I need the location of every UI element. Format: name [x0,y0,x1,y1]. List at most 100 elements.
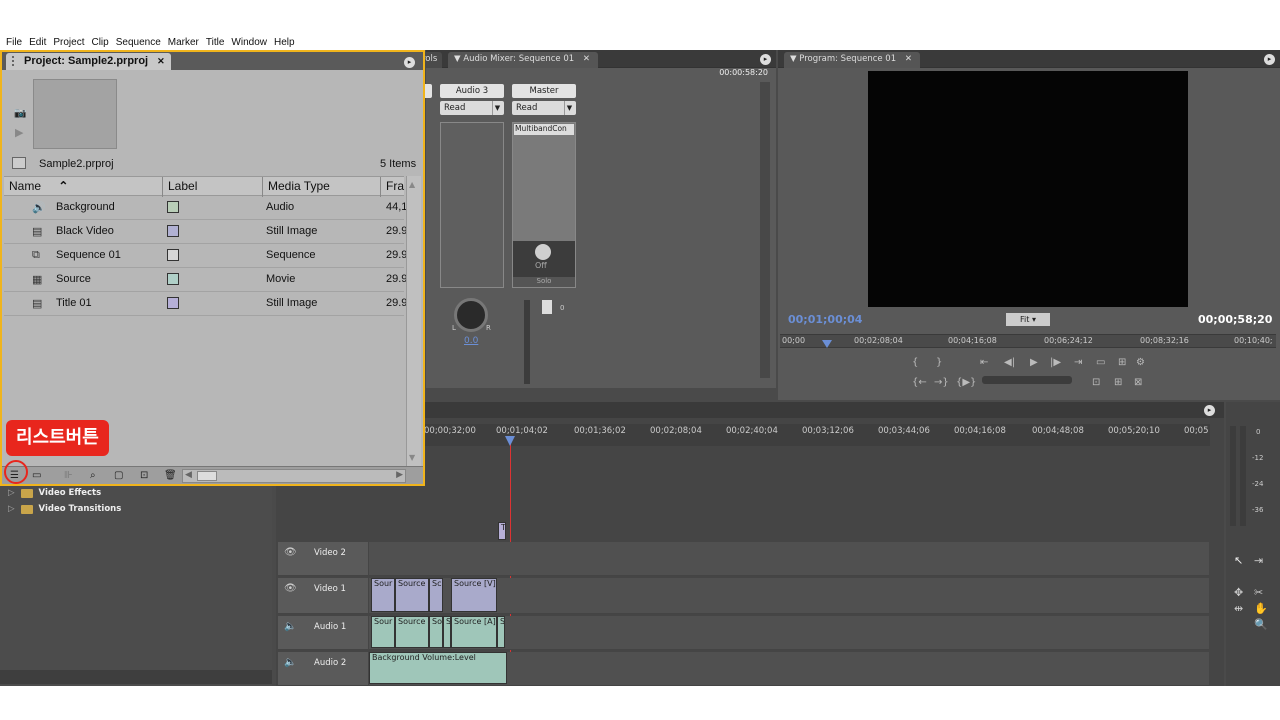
effect-knob[interactable] [535,244,551,260]
audio-clip[interactable]: S [497,616,505,648]
export-frame-button[interactable]: ⊡ [1092,377,1100,388]
program-time-ruler[interactable]: 00;00 00;02;08;04 00;04;16;08 00;06;24;1… [780,334,1276,348]
settings-icon[interactable]: ⚙ [1136,357,1145,368]
go-to-prev-edit-button[interactable]: {← [912,377,927,388]
project-item-row[interactable]: 🔊 Background Audio 44,1 [4,196,406,220]
mark-in-button[interactable]: { [912,357,918,368]
track-row-audio2[interactable]: Background Volume:Level [369,652,1209,686]
automation-select-master[interactable]: Read ▼ [512,101,576,115]
speaker-icon[interactable]: 🔈 [284,621,296,632]
output-button[interactable]: ⊠ [1134,377,1142,388]
column-header-name[interactable]: Name ⌃ [9,179,68,197]
video-clip[interactable]: Source [V] [451,578,497,612]
speaker-icon[interactable]: 🔈 [284,657,296,668]
menu-file[interactable]: File [6,37,22,48]
go-to-out-button[interactable]: ⇥ [1074,357,1082,368]
scroll-right-icon[interactable]: ▶ [396,470,403,480]
menu-sequence[interactable]: Sequence [116,37,161,48]
camera-icon[interactable]: 📷 [14,108,26,119]
track-button-master[interactable]: Master [512,84,576,98]
expand-arrow-icon[interactable]: ▷ [8,488,15,498]
expand-arrow-icon[interactable]: ▷ [8,504,15,514]
tab-project[interactable]: Project: Sample2.prproj ✕ [6,53,171,70]
eye-icon[interactable]: 👁 [284,583,297,594]
project-item-row[interactable]: ⧉ Sequence 01 Sequence 29.9 [4,244,406,268]
column-divider[interactable] [162,177,163,197]
find-button[interactable]: ⌕ [90,470,96,481]
panel-menu-icon[interactable]: ▸ [760,54,771,65]
audio-clip[interactable]: S [443,616,451,648]
track-header-video1[interactable]: 👁 Video 1 [278,578,368,614]
mixer-scrollbar[interactable] [760,82,770,378]
panel-menu-icon[interactable]: ▸ [404,57,415,68]
close-icon[interactable]: ✕ [583,54,590,64]
jog-shuttle[interactable] [982,376,1072,384]
track-header-audio2[interactable]: 🔈 Audio 2 [278,652,368,686]
track-row-video1[interactable]: Sour Source Sc Source [V] [369,578,1209,614]
video-clip[interactable]: Sc [429,578,443,612]
menu-help[interactable]: Help [274,37,295,48]
trim-button[interactable]: ⊞ [1118,357,1126,368]
scroll-left-icon[interactable]: ◀ [185,470,192,480]
playhead-marker[interactable] [822,340,832,348]
video-clip[interactable]: Sour [371,578,395,612]
label-swatch[interactable] [167,273,179,285]
menu-marker[interactable]: Marker [168,37,199,48]
play-button[interactable]: ▶ [1030,357,1038,368]
go-to-next-edit-button[interactable]: →} [934,377,949,388]
icon-view-button[interactable]: ▭ [32,470,41,481]
label-swatch[interactable] [167,201,179,213]
sort-ascending-icon[interactable]: ⌃ [58,179,68,193]
hand-tool-icon[interactable]: ✋ [1254,602,1268,615]
safe-margins-button[interactable]: ⊞ [1114,377,1122,388]
pan-value[interactable]: 0.0 [464,336,478,346]
effects-folder-video-effects[interactable]: ▷ Video Effects [8,488,101,498]
step-forward-button[interactable]: |▶ [1050,357,1061,368]
panel-menu-icon[interactable]: ▸ [1264,54,1275,65]
column-divider[interactable] [380,177,381,197]
menu-edit[interactable]: Edit [29,37,46,48]
column-divider[interactable] [262,177,263,197]
lift-button[interactable]: ▭ [1096,357,1105,368]
video-clip[interactable]: Source [395,578,429,612]
zoom-select[interactable]: Fit ▾ [1006,313,1050,326]
audio-clip-background[interactable]: Background Volume:Level [369,652,507,684]
scroll-up-icon[interactable]: ▲ [409,180,415,189]
new-bin-button[interactable]: ▢ [114,470,123,481]
tab-audio-mixer[interactable]: ▼ Audio Mixer: Sequence 01 ✕ [448,52,598,68]
audio-clip[interactable]: Source [A] [451,616,497,648]
project-item-row[interactable]: ▤ Black Video Still Image 29.9 [4,220,406,244]
razor-tool-icon[interactable]: ✂ [1254,586,1263,599]
column-header-frame-rate[interactable]: Fra [386,179,404,197]
track-button-audio3[interactable]: Audio 3 [440,84,504,98]
scroll-thumb[interactable] [197,471,217,481]
master-fader-handle[interactable] [542,300,552,314]
go-to-in-button[interactable]: ⇤ [980,357,988,368]
column-header-label[interactable]: Label [168,179,197,197]
menu-title[interactable]: Title [206,37,225,48]
project-horizontal-scrollbar[interactable]: ◀ ▶ [182,469,406,483]
mark-out-button[interactable]: } [936,357,942,368]
audio-clip[interactable]: Sour [371,616,395,648]
effect-slot-label[interactable]: MultibandCon [514,124,574,135]
track-select-tool-icon[interactable]: ⇥ [1254,554,1263,567]
track-header-audio1[interactable]: 🔈 Audio 1 [278,616,368,650]
track-header-video2[interactable]: 👁 Video 2 [278,542,368,576]
menu-clip[interactable]: Clip [91,37,108,48]
current-timecode[interactable]: 00;01;00;04 [788,313,862,326]
project-item-row[interactable]: ▦ Source Movie 29.9 [4,268,406,292]
label-swatch[interactable] [167,225,179,237]
grip-icon[interactable] [12,56,18,66]
pan-knob[interactable] [454,298,488,332]
panel-menu-icon[interactable]: ▸ [1204,405,1215,416]
close-icon[interactable]: ✕ [905,54,912,64]
effects-area-master[interactable]: MultibandCon Off Solo [512,122,576,288]
ripple-edit-tool-icon[interactable]: ✥ [1234,586,1243,599]
automate-to-sequence-button[interactable]: ⊪ [64,470,73,481]
track-row-audio1[interactable]: Sour Source So S Source [A] S [369,616,1209,650]
label-swatch[interactable] [167,297,179,309]
audio-clip[interactable]: So [429,616,443,648]
slip-tool-icon[interactable]: ⇹ [1234,602,1243,615]
column-header-media-type[interactable]: Media Type [268,179,330,197]
trash-icon[interactable]: 🗑 [164,470,177,481]
